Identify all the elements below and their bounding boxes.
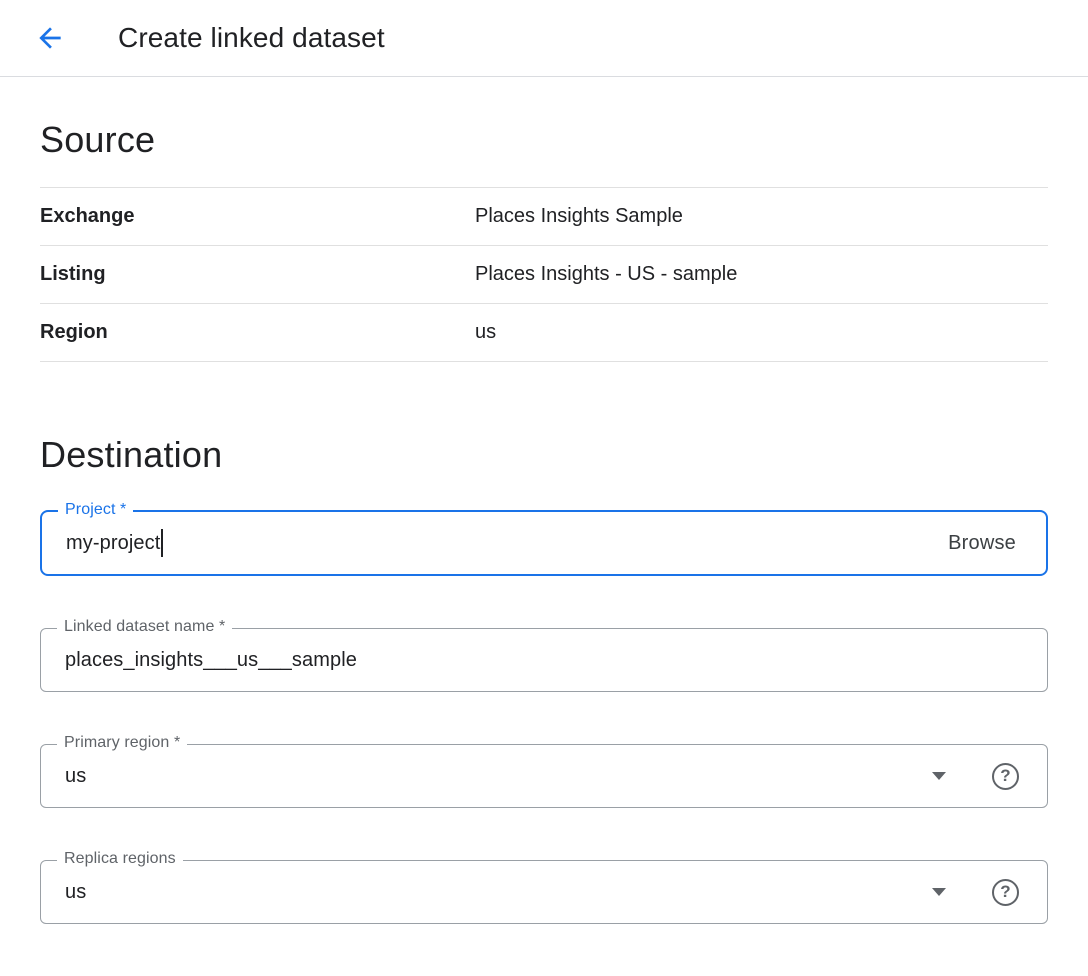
linked-dataset-name-label: Linked dataset name * <box>57 618 232 636</box>
destination-heading: Destination <box>40 434 1048 476</box>
replica-regions-value: us <box>65 881 86 904</box>
replica-regions-label: Replica regions <box>57 850 183 868</box>
table-row-region: Region us <box>40 304 1048 362</box>
primary-region-value: us <box>65 765 86 788</box>
listing-label: Listing <box>40 263 475 286</box>
project-input-value[interactable]: my-project <box>66 532 160 555</box>
main-content: Source Exchange Places Insights Sample L… <box>0 119 1088 924</box>
exchange-label: Exchange <box>40 205 475 228</box>
project-field-label: Project * <box>58 501 133 519</box>
region-value: us <box>475 321 496 344</box>
table-row-listing: Listing Places Insights - US - sample <box>40 246 1048 304</box>
source-table: Exchange Places Insights Sample Listing … <box>40 187 1048 362</box>
listing-value: Places Insights - US - sample <box>475 263 737 286</box>
linked-dataset-name-value[interactable]: places_insights___us___sample <box>65 649 357 672</box>
help-icon[interactable]: ? <box>992 763 1019 790</box>
exchange-value: Places Insights Sample <box>475 205 683 228</box>
linked-dataset-name-field[interactable]: Linked dataset name * places_insights___… <box>40 628 1048 692</box>
text-cursor <box>161 529 163 557</box>
chevron-down-icon[interactable] <box>932 772 946 780</box>
source-heading: Source <box>40 119 1048 161</box>
arrow-back-icon <box>34 22 66 54</box>
back-button[interactable] <box>30 18 70 58</box>
table-row-exchange: Exchange Places Insights Sample <box>40 188 1048 246</box>
chevron-down-icon[interactable] <box>932 888 946 896</box>
browse-button[interactable]: Browse <box>946 526 1018 561</box>
primary-region-label: Primary region * <box>57 734 187 752</box>
header: Create linked dataset <box>0 0 1088 77</box>
region-label: Region <box>40 321 475 344</box>
help-icon[interactable]: ? <box>992 879 1019 906</box>
replica-regions-select[interactable]: Replica regions us ? <box>40 860 1048 924</box>
project-field[interactable]: Project * my-project Browse <box>40 510 1048 576</box>
primary-region-select[interactable]: Primary region * us ? <box>40 744 1048 808</box>
page-title: Create linked dataset <box>118 22 385 54</box>
